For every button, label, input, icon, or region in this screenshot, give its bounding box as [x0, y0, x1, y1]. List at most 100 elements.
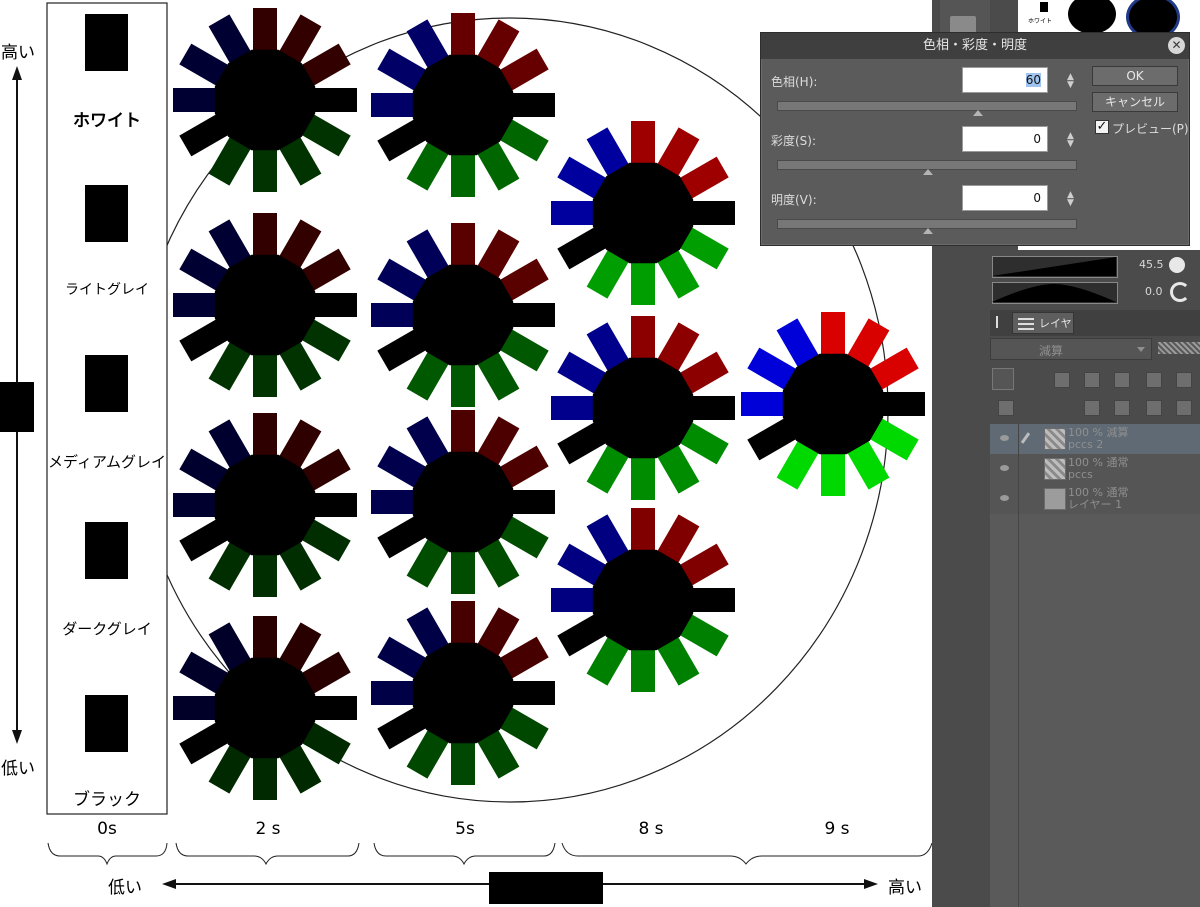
color-wheel	[741, 312, 925, 496]
hue-slider-knob[interactable]	[973, 110, 983, 116]
column-label-2s: 2 s	[255, 819, 281, 839]
layer-thumbnail	[1044, 458, 1066, 480]
arrow-up	[12, 66, 22, 80]
saturation-slider-knob[interactable]	[923, 169, 933, 175]
chip-label-black: ブラック	[73, 790, 141, 810]
value-field[interactable]: 0	[962, 185, 1048, 211]
lock-transparent-icon[interactable]	[1176, 372, 1192, 388]
value-label: 明度(V):	[771, 193, 817, 207]
wheel-segment	[631, 257, 655, 305]
preview-label[interactable]: プレビュー(P)	[1112, 120, 1189, 137]
wheel-segment	[451, 13, 475, 61]
column-label-5s: 5s	[455, 819, 475, 839]
hue-stepper[interactable]: ▲▼	[1067, 73, 1075, 90]
reference-icon[interactable]	[1084, 372, 1100, 388]
saturation-field[interactable]: 0	[962, 126, 1048, 152]
wheel-segment	[173, 293, 221, 317]
wheel-center	[592, 549, 694, 651]
wheel-segment	[507, 490, 555, 514]
color-swatch-icon[interactable]	[992, 368, 1014, 390]
wheel-segment	[507, 303, 555, 327]
ok-button[interactable]: OK	[1092, 66, 1178, 86]
wheel-segment	[551, 588, 599, 612]
wheel-segment	[173, 88, 221, 112]
new-layer-icon[interactable]	[1084, 400, 1100, 416]
panel-menu-icon[interactable]	[996, 316, 1008, 328]
chip-lightgray	[85, 185, 128, 242]
brace-0s	[47, 842, 168, 866]
saturation-stepper[interactable]: ▲▼	[1067, 132, 1075, 149]
layer-row[interactable]: 100 % 通常 pccs	[990, 454, 1200, 485]
color-wheel	[551, 508, 735, 692]
eye-icon[interactable]	[1000, 495, 1009, 501]
value-slider-knob[interactable]	[923, 228, 933, 234]
chip-label-darkgray: ダークグレイ	[62, 620, 152, 638]
preview-checkbox[interactable]: ✓	[1095, 120, 1109, 134]
wheel-segment	[551, 201, 599, 225]
wheel-segment	[309, 293, 357, 317]
wheel-center	[214, 254, 316, 356]
saturation-label: 彩度(S):	[771, 134, 817, 148]
zoom-icon[interactable]	[1169, 257, 1185, 273]
lock-icon[interactable]	[1146, 372, 1162, 388]
layer-row[interactable]: 100 % 通常 レイヤー 1	[990, 484, 1200, 515]
wheel-segment	[309, 88, 357, 112]
wheel-segment	[741, 392, 789, 416]
wheel-segment	[173, 696, 221, 720]
wheel-center	[412, 54, 514, 156]
wheel-center	[412, 451, 514, 553]
dialog-title: 色相・彩度・明度	[761, 33, 1189, 59]
wheel-segment	[309, 696, 357, 720]
hue-field[interactable]: 60	[962, 67, 1048, 93]
wheel-segment	[631, 644, 655, 692]
layer-row[interactable]: 100 % 減算 pccs 2	[990, 424, 1200, 455]
horizontal-axis-right-label: 高い	[888, 878, 922, 898]
eye-icon[interactable]	[1000, 435, 1009, 441]
horizontal-axis-marker	[489, 872, 603, 904]
close-icon[interactable]: ✕	[1168, 37, 1185, 54]
wheel-segment	[877, 392, 925, 416]
layer-list-divider	[1018, 424, 1019, 907]
wheel-segment	[631, 316, 655, 364]
wheel-segment	[631, 452, 655, 500]
new-folder-icon[interactable]	[1146, 400, 1162, 416]
blend-mode-select[interactable]: 減算	[990, 338, 1152, 360]
cancel-button[interactable]: キャンセル	[1092, 92, 1178, 112]
value-stepper[interactable]: ▲▼	[1067, 191, 1075, 208]
blend-mode-value: 減算	[1039, 344, 1064, 358]
wheel-segment	[371, 303, 419, 327]
layer-thumbnail	[1044, 428, 1066, 450]
layer-property-icon[interactable]	[1054, 372, 1070, 388]
hue-slider[interactable]	[777, 101, 1077, 111]
wheel-segment	[821, 448, 845, 496]
wheel-segment	[451, 601, 475, 649]
wheel-segment	[253, 549, 277, 597]
chip-black	[85, 695, 128, 752]
wheel-segment	[451, 737, 475, 785]
merge-down-icon[interactable]	[1176, 400, 1192, 416]
brace-5s	[373, 842, 556, 866]
color-wheel	[173, 213, 357, 397]
wheel-center	[592, 162, 694, 264]
wheel-segment	[451, 359, 475, 407]
wheel-center	[214, 49, 316, 151]
chip-darkgray	[85, 522, 128, 579]
color-wheel	[371, 223, 555, 407]
rotate-icon[interactable]	[1170, 282, 1190, 302]
wheel-segment	[687, 588, 735, 612]
thumb-chip	[1040, 2, 1048, 12]
arrow-right	[864, 879, 878, 889]
wheel-segment	[253, 413, 277, 461]
brace-2s	[175, 842, 360, 866]
eye-icon[interactable]	[1000, 465, 1009, 471]
layers-tab-icon	[1018, 316, 1034, 330]
wheel-segment	[507, 93, 555, 117]
layer-stack-icon[interactable]	[998, 400, 1014, 416]
wheel-center	[412, 642, 514, 744]
opacity-slider[interactable]	[1158, 342, 1200, 354]
color-wheel	[551, 121, 735, 305]
pen-icon[interactable]	[1114, 372, 1130, 388]
hsv-dialog: 色相・彩度・明度 ✕ 色相(H): 60 ▲▼ 彩度(S): 0 ▲▼ 明度(V…	[760, 32, 1190, 246]
new-vector-icon[interactable]	[1114, 400, 1130, 416]
wheel-segment	[551, 396, 599, 420]
